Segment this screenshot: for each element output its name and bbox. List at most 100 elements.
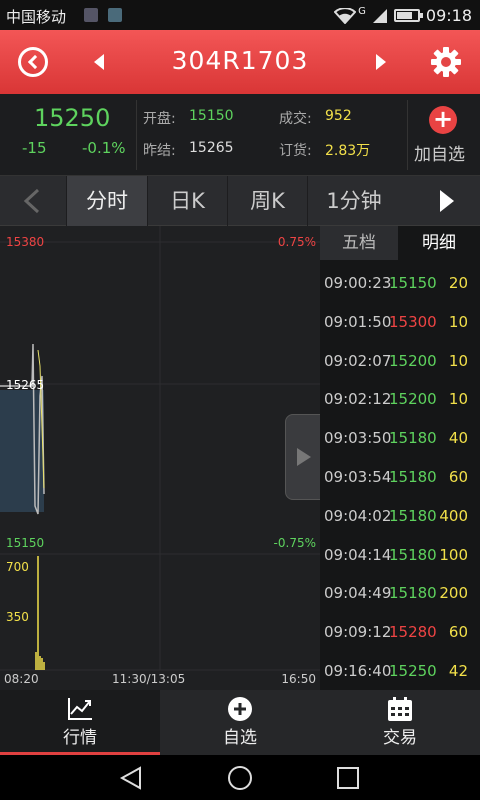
clock: 09:18 [425,6,472,25]
trade-time: 09:04:14 [324,545,392,564]
order-value: 2.83万 [325,143,371,159]
price-area [0,390,44,512]
tab-daily-k[interactable]: 日K [147,176,227,226]
calendar-icon [388,697,412,721]
trade-price: 15180 [389,429,437,448]
tab-scroll-right-icon[interactable] [414,176,480,226]
nav-trade-label: 交易 [383,728,417,748]
prev-settle-label: 昨结: [143,143,176,159]
trade-volume: 60 [448,623,468,642]
trade-price: 15180 [389,584,437,603]
tab-scroll-left-icon[interactable] [0,176,66,226]
time-end-label: 16:50 [281,672,316,686]
trade-time: 09:02:12 [324,390,392,409]
tab-trade-detail[interactable]: 明细 [398,226,480,260]
trade-volume: 40 [448,429,468,448]
period-tabs: 分时 日K 周K 1分钟 [0,176,480,226]
nav-trade[interactable]: 交易 [320,690,480,755]
trade-row: 09:03:50 15180 40 [320,429,480,467]
trade-time: 09:04:02 [324,506,392,525]
trade-volume: 42 [448,662,468,680]
volume-value: 952 [325,108,352,124]
trade-time: 09:01:50 [324,312,392,331]
wifi-icon [334,7,357,24]
add-icon: + [429,106,457,134]
trade-row: 09:03:54 15180 60 [320,468,480,506]
price-change-percent: -0.1% [82,139,126,157]
trade-price: 15200 [389,390,437,409]
trade-price: 15250 [389,662,437,680]
status-right: G 09:18 [334,6,472,25]
volume-high-label: 700 [6,560,29,574]
next-contract-icon[interactable] [376,54,386,70]
recents-square-icon[interactable] [336,766,360,790]
price-high-pct-label: 0.75% [277,235,316,249]
time-mid-label: 11:30/13:05 [112,672,186,686]
trade-price: 15180 [389,545,437,564]
intraday-chart: 15380 0.75% 15265 15150 -0.75% 700 350 0… [0,226,320,690]
title-bar: 304R1703 [0,30,480,94]
trade-price: 15150 [389,274,437,292]
trade-volume: 100 [439,545,468,564]
trade-row: 09:04:14 15180 100 [320,546,480,584]
trade-time: 09:09:12 [324,623,392,642]
carrier-label: 中国移动 [6,8,67,26]
tab-1min[interactable]: 1分钟 [307,176,400,226]
trade-time: 09:16:40 [324,662,392,680]
settings-gear-icon[interactable] [430,46,462,78]
trade-time: 09:02:07 [324,351,392,370]
trade-detail-panel: 五档 明细 09:00:23 15150 20 09:01:50 15300 10 09:0… [320,226,480,690]
add-watchlist-label: 加自选 [414,145,465,165]
detail-tabs: 五档 明细 [320,226,480,260]
trade-volume: 400 [439,506,468,525]
tab-order-book[interactable]: 五档 [320,226,398,260]
bottom-nav: 行情 自选 交易 [0,690,480,755]
trade-volume: 10 [448,351,468,370]
home-circle-icon[interactable] [227,765,253,791]
tab-intraday[interactable]: 分时 [66,176,147,226]
price-ref-label: 15265 [6,378,45,392]
trade-time: 09:03:54 [324,468,392,486]
trade-row: 09:04:02 15180 400 [320,507,480,545]
add-circle-icon [228,697,252,721]
divider [136,100,137,170]
system-nav-bar [0,755,480,800]
trade-time: 09:00:23 [324,274,392,292]
tab-weekly-k[interactable]: 周K [227,176,307,226]
play-arrow-icon [297,448,311,466]
nav-watchlist[interactable]: 自选 [160,690,320,755]
trade-price: 15200 [389,351,437,370]
last-price: 15250 [34,104,111,132]
trade-price: 15180 [389,506,437,525]
trade-row: 09:01:50 15300 10 [320,313,480,351]
trade-volume: 60 [448,468,468,486]
nav-market[interactable]: 行情 [0,690,160,755]
chart-icon [68,698,92,720]
price-low-pct-label: -0.75% [273,536,316,550]
add-watchlist-button[interactable]: + 加自选 [408,94,480,176]
trade-price: 15280 [389,623,437,642]
notification-icon [84,8,98,22]
order-label: 订货: [279,143,312,159]
image-notification-icon [108,8,122,22]
trade-row: 09:09:12 15280 60 [320,623,480,661]
contract-title: 304R1703 [171,46,309,75]
trade-volume: 200 [439,584,468,603]
back-triangle-icon[interactable] [118,766,144,790]
open-label: 开盘: [143,111,176,127]
price-low-label: 15150 [6,536,45,550]
trade-row: 09:02:12 15200 10 [320,390,480,428]
app-root: 中国移动 G 09:18 304R1703 15250 -15 -0.1% 开盘… [0,0,480,800]
trade-volume: 10 [448,390,468,409]
network-type-label: G [358,6,366,17]
volume-label: 成交: [279,111,312,127]
time-start-label: 08:20 [4,672,39,686]
quote-header: 15250 -15 -0.1% 开盘: 15150 昨结: 15265 成交: … [0,94,480,176]
signal-icon [372,8,387,23]
trade-volume: 20 [448,274,468,292]
collapse-panel-handle[interactable] [285,414,321,500]
nav-watchlist-label: 自选 [223,728,257,748]
trade-price: 15300 [389,312,437,331]
trade-row: 09:00:23 15150 20 [320,274,480,312]
trade-volume: 10 [448,312,468,331]
